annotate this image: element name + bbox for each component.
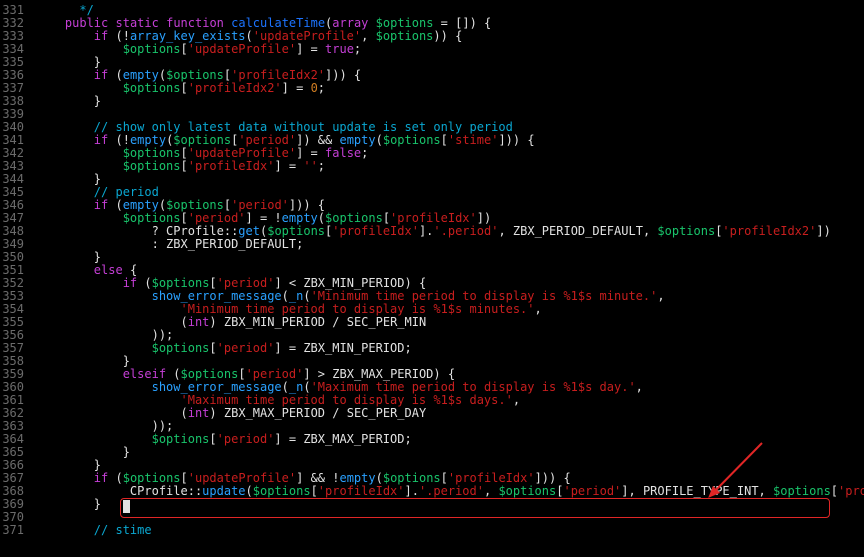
arrow-annotation — [0, 0, 864, 557]
code-editor[interactable]: 3313323333343353363373383393403413423433… — [0, 0, 864, 557]
